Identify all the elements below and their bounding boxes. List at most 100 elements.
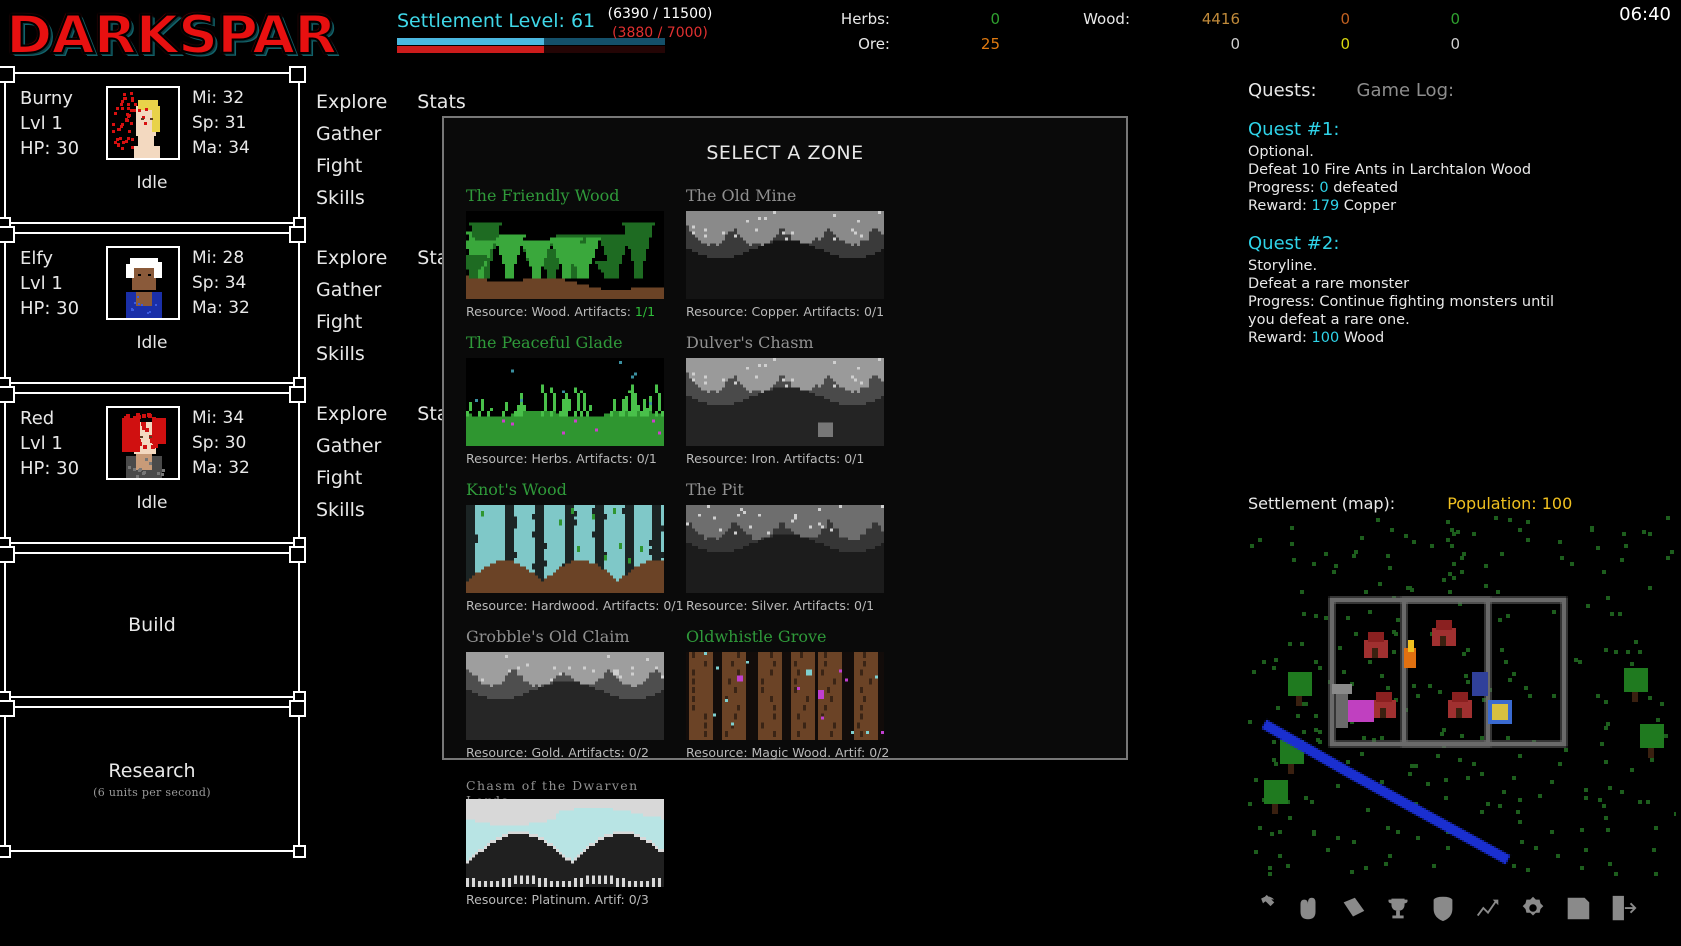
character-card-elfy[interactable]: Elfy Lvl 1 HP: 30 Mi: 28 Sp: 34 Ma: 32 I… xyxy=(4,232,300,384)
avatar[interactable] xyxy=(106,406,180,480)
character-info: Elfy Lvl 1 HP: 30 xyxy=(20,246,106,321)
quest-line-value: 100 xyxy=(1312,330,1340,346)
quest-line-prefix: Progress: xyxy=(1248,180,1319,196)
zone-name: The Old Mine xyxy=(686,186,906,206)
zone-thumbnail[interactable] xyxy=(466,799,664,887)
gauntlet-icon[interactable] xyxy=(1285,887,1330,929)
zone-card[interactable]: Dulver's ChasmResource: Iron. Artifacts:… xyxy=(686,333,906,466)
trophy-icon[interactable] xyxy=(1375,887,1420,929)
zone-caption: Resource: Magic Wood. Artif: 0/2 xyxy=(686,745,906,760)
zone-resource-text: Resource: Gold. Artifacts: xyxy=(466,745,629,760)
zone-artifacts-count: 0/1 xyxy=(854,598,874,613)
gear-icon[interactable] xyxy=(1510,887,1555,929)
stat-speed: Sp: 31 xyxy=(192,111,266,136)
zone-resource-text: Resource: Magic Wood. Artif: xyxy=(686,745,869,760)
zone-resource-text: Resource: Silver. Artifacts: xyxy=(686,598,854,613)
zone-resource-text: Resource: Wood. Artifacts: xyxy=(466,304,635,319)
character-name: Elfy xyxy=(20,246,106,271)
resource-col2-value-row2: 0 xyxy=(1130,31,1240,56)
xp-primary-text: (6390 / 11500) xyxy=(595,6,725,22)
zone-name: Oldwhistle Grove xyxy=(686,627,906,647)
zone-card[interactable]: Oldwhistle Grove Resource: Magic Wood. Ar… xyxy=(686,627,906,760)
resource-col4-value-row1: 0 xyxy=(1350,6,1460,31)
zone-name: The Peaceful Glade xyxy=(466,333,686,353)
build-panel[interactable]: Build xyxy=(4,552,300,698)
stat-magic: Ma: 34 xyxy=(192,136,266,161)
settlement-map[interactable] xyxy=(1248,516,1676,876)
zone-artifacts-count: 1/1 xyxy=(635,304,655,319)
quest-line-prefix: Reward: xyxy=(1248,330,1312,346)
avatar[interactable] xyxy=(106,246,180,320)
zone-thumbnail[interactable] xyxy=(686,211,884,299)
action-explore[interactable]: Explore xyxy=(316,86,387,118)
zone-thumbnail[interactable] xyxy=(466,505,664,593)
zone-card[interactable]: Knot's WoodResource: Hardwood. Artifacts… xyxy=(466,480,686,613)
tab-quests[interactable]: Quests: xyxy=(1248,80,1317,101)
action-explore[interactable]: Explore xyxy=(316,398,387,430)
character-hp: HP: 30 xyxy=(20,136,106,161)
zone-card[interactable]: Chasm of the Dwarven LordsResource: Plat… xyxy=(466,774,686,907)
exit-icon[interactable] xyxy=(1600,887,1645,929)
stat-magic: Ma: 32 xyxy=(192,456,266,481)
pickaxe-icon[interactable] xyxy=(1240,887,1285,929)
zone-thumbnail[interactable] xyxy=(686,652,884,740)
zone-name: The Pit xyxy=(686,480,906,500)
stat-speed: Sp: 30 xyxy=(192,431,266,456)
zone-caption: Resource: Silver. Artifacts: 0/1 xyxy=(686,598,906,613)
research-panel[interactable]: Research (6 units per second) xyxy=(4,706,300,852)
stat-might: Mi: 32 xyxy=(192,86,266,111)
party-panel: Burny Lvl 1 HP: 30 Mi: 32 Sp: 31 Ma: 34 … xyxy=(4,72,300,860)
character-level: Lvl 1 xyxy=(20,271,106,296)
resource-col3-value-row2: 0 xyxy=(1240,31,1350,56)
quest-list: Quest #1:Optional.Defeat 10 Fire Ants in… xyxy=(1248,119,1678,347)
zone-thumbnail[interactable] xyxy=(466,358,664,446)
quest-line-value: 179 xyxy=(1312,198,1340,214)
zone-thumbnail[interactable] xyxy=(466,211,664,299)
zone-card[interactable]: The Pit Resource: Silver. Artifacts: 0/1 xyxy=(686,480,906,613)
zone-card[interactable]: Grobble's Old ClaimResource: Gold. Artif… xyxy=(466,627,686,760)
zone-thumbnail[interactable] xyxy=(686,505,884,593)
zone-thumbnail[interactable] xyxy=(686,358,884,446)
character-level: Lvl 1 xyxy=(20,111,106,136)
demon-shield-icon[interactable] xyxy=(1420,887,1465,929)
zone-grid: The Friendly Wood Resource: Wood. Artifac… xyxy=(444,164,1126,921)
zone-name: Chasm of the Dwarven Lords xyxy=(466,774,686,794)
stat-might: Mi: 34 xyxy=(192,406,266,431)
quest-line-prefix: Reward: xyxy=(1248,198,1312,214)
top-resource-bar: Settlement Level: 61 (6390 / 11500) (388… xyxy=(0,0,1681,62)
quest-line: Reward: 179 Copper xyxy=(1248,197,1678,215)
zone-thumbnail[interactable] xyxy=(466,652,664,740)
zone-card[interactable]: The Old MineResource: Copper. Artifacts:… xyxy=(686,186,906,319)
quest-line-suffix: Wood xyxy=(1339,330,1384,346)
population-label: Population: 100 xyxy=(1447,494,1572,513)
stat-might: Mi: 28 xyxy=(192,246,266,271)
zone-artifacts-count: 0/1 xyxy=(637,451,657,466)
tab-game-log[interactable]: Game Log: xyxy=(1357,80,1455,101)
zone-card[interactable]: The Peaceful Glade Resource: Herbs. Artif… xyxy=(466,333,686,466)
clock: 06:40 xyxy=(1619,4,1671,25)
chart-icon[interactable] xyxy=(1465,887,1510,929)
ore-label: Ore: xyxy=(760,31,890,56)
action-stats[interactable]: Stats xyxy=(417,86,466,118)
zone-resource-text: Resource: Herbs. Artifacts: xyxy=(466,451,637,466)
quest-line: you defeat a rare one. xyxy=(1248,311,1678,329)
character-stats: Mi: 28 Sp: 34 Ma: 32 xyxy=(180,246,266,321)
quest-line: Storyline. xyxy=(1248,257,1678,275)
save-icon[interactable] xyxy=(1555,887,1600,929)
zone-card[interactable]: The Friendly Wood Resource: Wood. Artifac… xyxy=(466,186,686,319)
cards-icon[interactable] xyxy=(1330,887,1375,929)
zone-caption: Resource: Wood. Artifacts: 1/1 xyxy=(466,304,686,319)
character-info: Red Lvl 1 HP: 30 xyxy=(20,406,106,481)
resource-col2-label-row2 xyxy=(1000,31,1130,56)
avatar[interactable] xyxy=(106,86,180,160)
zone-caption: Resource: Hardwood. Artifacts: 0/1 xyxy=(466,598,686,613)
action-explore[interactable]: Explore xyxy=(316,242,387,274)
bottom-toolbar xyxy=(1240,878,1680,938)
settlement-map-label: Settlement (map): xyxy=(1248,494,1395,513)
zone-artifacts-count: 0/3 xyxy=(629,892,649,907)
character-card-burny[interactable]: Burny Lvl 1 HP: 30 Mi: 32 Sp: 31 Ma: 34 … xyxy=(4,72,300,224)
zone-artifacts-count: 0/1 xyxy=(663,598,683,613)
zone-name: The Friendly Wood xyxy=(466,186,686,206)
character-card-red[interactable]: Red Lvl 1 HP: 30 Mi: 34 Sp: 30 Ma: 32 Id… xyxy=(4,392,300,544)
zone-caption: Resource: Iron. Artifacts: 0/1 xyxy=(686,451,906,466)
